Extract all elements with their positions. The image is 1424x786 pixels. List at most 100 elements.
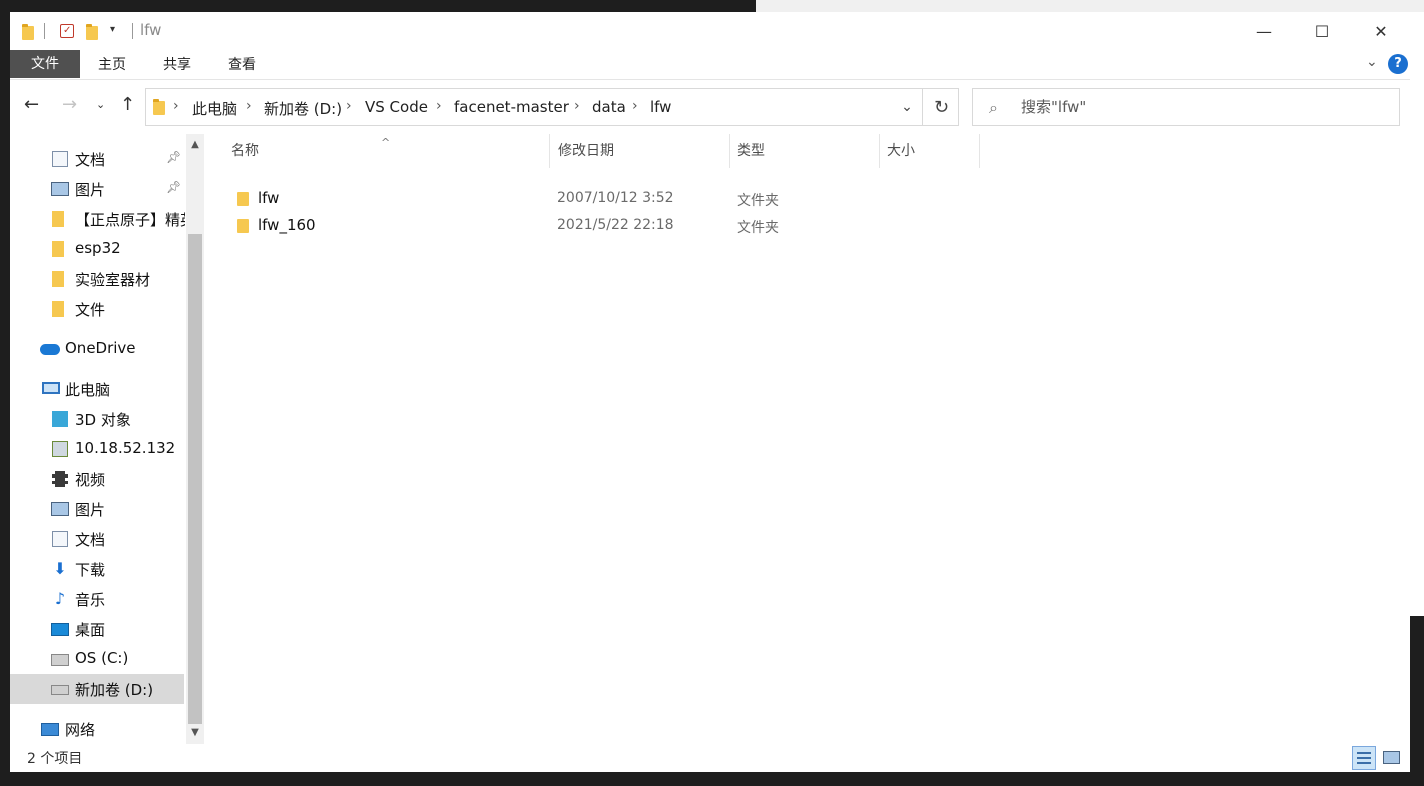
nav-item-esp32[interactable]: esp32 xyxy=(10,234,184,264)
nav-item-onedrive[interactable]: OneDrive xyxy=(10,334,184,364)
address-folder-icon xyxy=(153,99,165,115)
column-header-date[interactable]: 修改日期 xyxy=(550,134,730,168)
file-type: 文件夹 xyxy=(737,220,779,236)
background-right-strip xyxy=(1410,12,1424,616)
breadcrumb-lfw[interactable]: lfw xyxy=(650,98,671,116)
forward-arrow-icon[interactable]: → xyxy=(62,94,77,115)
nav-item-drive-c[interactable]: OS (C:) xyxy=(10,644,184,674)
onedrive-cloud-icon xyxy=(40,344,60,355)
item-count: 2 个项目 xyxy=(27,751,83,767)
search-icon: ⌕ xyxy=(989,98,998,117)
drive-icon xyxy=(51,685,69,695)
scrollbar-thumb[interactable] xyxy=(188,234,202,724)
column-header-name[interactable]: 名称 ^ xyxy=(208,134,550,168)
pin-icon: 📌︎ xyxy=(166,150,182,164)
maximize-button[interactable]: ☐ xyxy=(1293,12,1351,50)
cube-icon xyxy=(52,411,68,427)
close-button[interactable]: ✕ xyxy=(1352,12,1410,50)
nav-item-videos[interactable]: 视频 xyxy=(10,464,184,494)
nav-item-label: 图片 xyxy=(75,501,106,519)
large-icons-view-icon[interactable] xyxy=(1380,746,1404,770)
breadcrumb-facenet-master[interactable]: facenet-master xyxy=(454,98,569,116)
nav-item-label: 桌面 xyxy=(75,621,106,639)
network-drive-icon xyxy=(52,441,68,457)
scroll-down-arrow-icon[interactable]: ▼ xyxy=(186,724,204,742)
address-bar[interactable]: › 此电脑 › 新加卷 (D:) › VS Code › facenet-mas… xyxy=(145,88,959,126)
nav-item-label: 音乐 xyxy=(75,591,106,609)
nav-item-drive-d[interactable]: 新加卷 (D:) xyxy=(10,674,184,704)
background-left-strip xyxy=(0,12,10,772)
breadcrumb-data[interactable]: data xyxy=(592,98,626,116)
up-arrow-icon[interactable]: ↑ xyxy=(120,94,135,115)
nav-item-network[interactable]: 网络 xyxy=(10,714,184,744)
nav-item-network-share[interactable]: 10.18.52.132 xyxy=(10,434,184,464)
folder-icon xyxy=(52,241,64,257)
search-box[interactable]: ⌕ xyxy=(972,88,1400,126)
tab-file[interactable]: 文件 xyxy=(10,50,80,78)
nav-item-label: 10.18.52.132 xyxy=(75,439,176,457)
breadcrumb-chevron-icon[interactable]: › xyxy=(173,98,179,114)
desktop-icon xyxy=(51,623,69,636)
column-header-type[interactable]: 类型 xyxy=(730,134,880,168)
nav-item-lab-equipment[interactable]: 实验室器材 xyxy=(10,264,184,294)
nav-item-pictures-quick[interactable]: 图片 📌︎ xyxy=(10,174,184,204)
breadcrumb-chevron-icon[interactable]: › xyxy=(346,98,352,114)
picture-icon xyxy=(51,182,69,196)
nav-item-desktop[interactable]: 桌面 xyxy=(10,614,184,644)
breadcrumb-chevron-icon[interactable]: › xyxy=(632,98,638,114)
recent-locations-chevron-icon[interactable]: ⌄ xyxy=(96,98,105,111)
status-bar: 2 个项目 xyxy=(10,744,1410,772)
windows-drive-icon xyxy=(51,654,69,666)
music-icon: ♪ xyxy=(54,589,66,608)
tab-view[interactable]: 查看 xyxy=(218,50,266,80)
tab-home[interactable]: 主页 xyxy=(88,50,136,80)
column-header-size[interactable]: 大小 xyxy=(880,134,980,168)
title-separator xyxy=(44,23,45,39)
nav-item-files[interactable]: 文件 xyxy=(10,294,184,324)
breadcrumb-chevron-icon[interactable]: › xyxy=(574,98,580,114)
properties-icon[interactable]: ✓ xyxy=(60,24,74,38)
breadcrumb-drive-d[interactable]: 新加卷 (D:) xyxy=(264,98,342,119)
details-view-icon[interactable] xyxy=(1352,746,1376,770)
breadcrumb-this-pc[interactable]: 此电脑 xyxy=(192,98,237,119)
folder-icon xyxy=(237,219,249,233)
help-button[interactable]: ? xyxy=(1388,54,1408,74)
nav-item-pictures[interactable]: 图片 xyxy=(10,494,184,524)
nav-item-label: 网络 xyxy=(65,721,96,739)
file-date: 2007/10/12 3:52 xyxy=(557,190,674,206)
file-date: 2021/5/22 22:18 xyxy=(557,217,674,233)
nav-item-documents-quick[interactable]: 文档 📌︎ xyxy=(10,144,184,174)
document-icon xyxy=(52,151,68,167)
file-row[interactable]: lfw_160 2021/5/22 22:18 文件夹 xyxy=(208,212,990,239)
nav-pane-scrollbar[interactable]: ▲ ▼ xyxy=(186,134,204,744)
breadcrumb-chevron-icon[interactable]: › xyxy=(246,98,252,114)
expand-ribbon-chevron-icon[interactable]: ⌄ xyxy=(1366,54,1378,70)
background-terminal-strip xyxy=(0,772,1424,786)
nav-item-label: OS (C:) xyxy=(75,649,129,667)
window-folder-icon xyxy=(22,24,34,40)
nav-item-documents[interactable]: 文档 xyxy=(10,524,184,554)
nav-item-label: 新加卷 (D:) xyxy=(75,681,154,699)
customize-quick-access-icon[interactable]: ▾ xyxy=(110,24,115,35)
refresh-icon[interactable]: ↻ xyxy=(922,89,960,125)
address-history-chevron-icon[interactable]: ⌄ xyxy=(892,89,922,125)
minimize-button[interactable]: — xyxy=(1235,12,1293,50)
document-icon xyxy=(52,531,68,547)
nav-item-this-pc[interactable]: 此电脑 xyxy=(10,374,184,404)
breadcrumb-vs-code[interactable]: VS Code xyxy=(365,98,428,116)
search-input[interactable] xyxy=(1021,95,1381,119)
nav-item-zhengdian[interactable]: 【正点原子】精英 xyxy=(10,204,185,234)
scroll-up-arrow-icon[interactable]: ▲ xyxy=(186,136,204,154)
nav-item-label: 实验室器材 xyxy=(75,271,151,289)
tab-share[interactable]: 共享 xyxy=(153,50,201,80)
file-type: 文件夹 xyxy=(737,193,779,209)
breadcrumb-chevron-icon[interactable]: › xyxy=(436,98,442,114)
back-arrow-icon[interactable]: ← xyxy=(24,94,39,115)
nav-item-music[interactable]: ♪ 音乐 xyxy=(10,584,184,614)
background-right-dark-strip xyxy=(1410,616,1424,786)
nav-item-downloads[interactable]: ⬇ 下载 xyxy=(10,554,184,584)
new-folder-icon[interactable] xyxy=(86,24,98,40)
file-row[interactable]: lfw 2007/10/12 3:52 文件夹 xyxy=(208,185,990,212)
nav-item-label: OneDrive xyxy=(65,339,136,357)
nav-item-3d-objects[interactable]: 3D 对象 xyxy=(10,404,184,434)
